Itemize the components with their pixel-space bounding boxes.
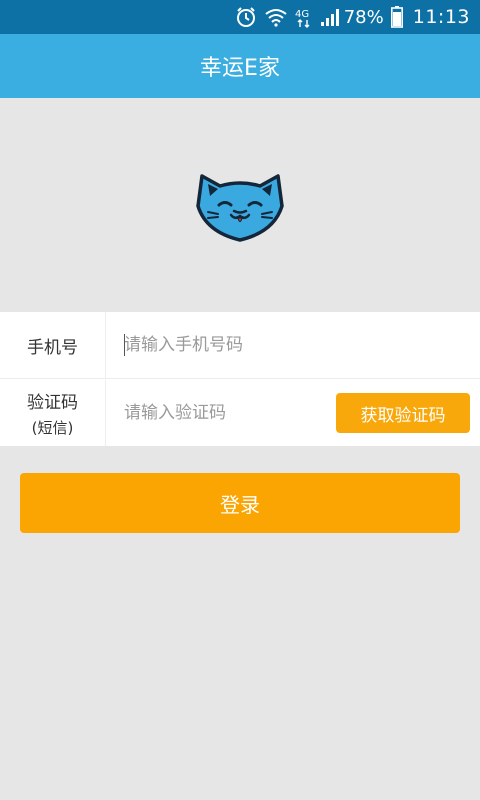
network-4g-icon: 4G xyxy=(295,6,313,28)
phone-input[interactable] xyxy=(106,312,480,378)
wifi-icon xyxy=(264,7,288,27)
code-row: 验证码 (短信) 获取验证码 xyxy=(0,380,480,446)
app-bar: 幸运E家 xyxy=(0,34,480,98)
login-form: 手机号 验证码 (短信) 获取验证码 xyxy=(0,312,480,446)
get-code-button[interactable]: 获取验证码 xyxy=(336,393,470,433)
alarm-icon xyxy=(235,6,257,28)
signal-icon xyxy=(320,7,340,27)
login-button[interactable]: 登录 xyxy=(20,473,460,533)
page-title: 幸运E家 xyxy=(200,56,280,81)
divider xyxy=(0,378,480,379)
phone-row: 手机号 xyxy=(0,312,480,378)
text-caret xyxy=(124,334,125,356)
code-sub-label: (短信) xyxy=(31,419,74,437)
battery-percent: 78% xyxy=(343,6,384,28)
code-label-text: 验证码 xyxy=(27,393,78,413)
battery-icon xyxy=(390,6,403,28)
cat-logo-icon xyxy=(194,170,286,244)
status-time: 11:13 xyxy=(412,6,470,28)
code-label: 验证码 (短信) xyxy=(0,380,106,446)
phone-label-text: 手机号 xyxy=(27,337,78,358)
status-bar: 4G 78% 11:13 xyxy=(0,0,480,34)
phone-label: 手机号 xyxy=(0,312,106,378)
network-4g-label: 4G xyxy=(295,9,309,20)
